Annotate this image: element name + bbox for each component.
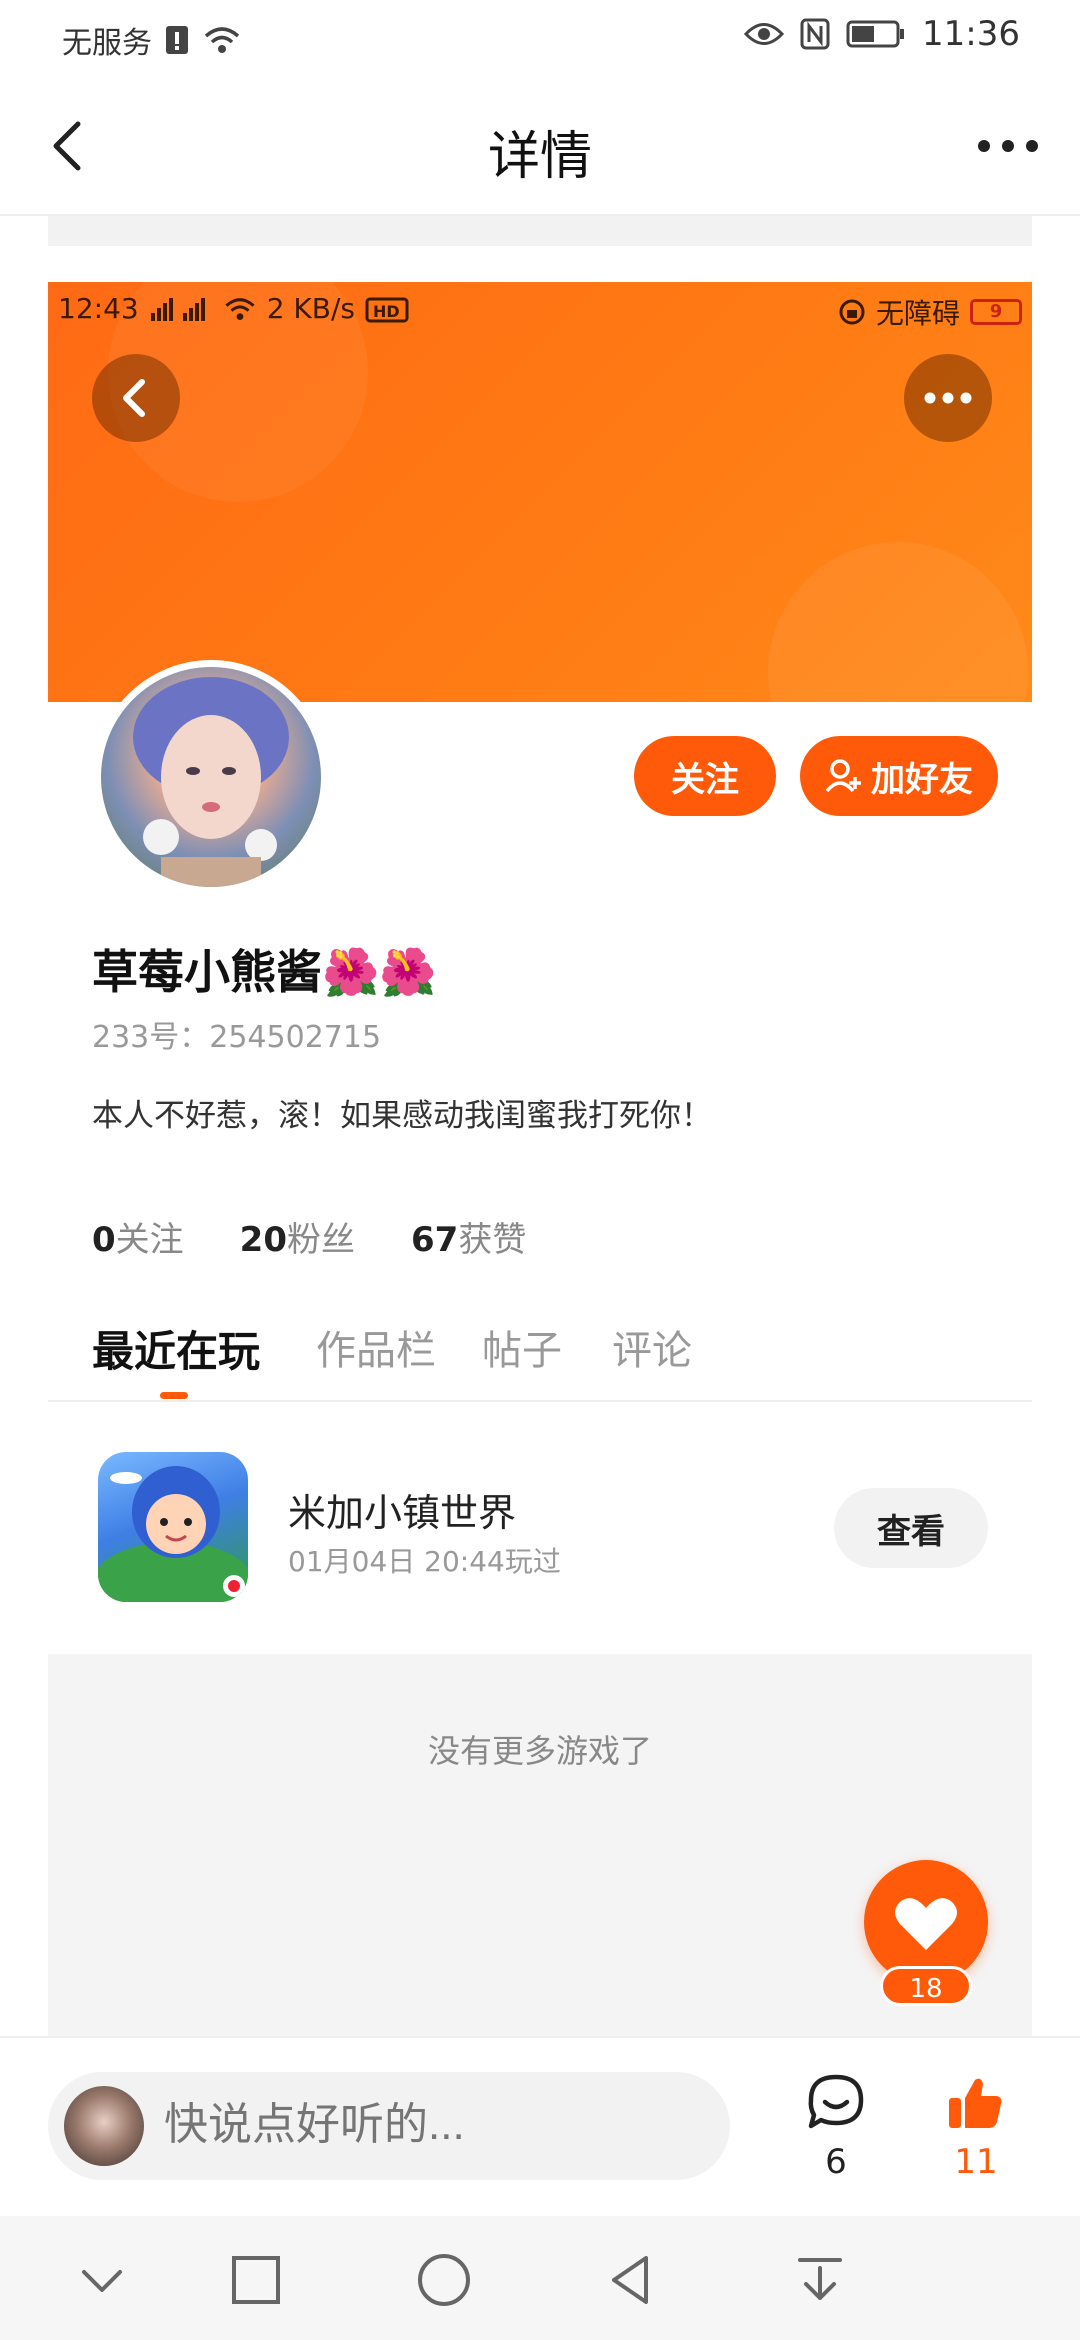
avatar (64, 2086, 144, 2166)
profile-bio: 本人不好惹，滚！如果感动我闺蜜我打死你！ (92, 1098, 712, 1134)
stat-value: 0 (92, 1220, 116, 1260)
status-time: 11:36 (922, 14, 1020, 54)
more-icon[interactable] (976, 126, 1040, 166)
divider-strip (48, 216, 1032, 246)
nav-home-icon[interactable] (414, 2250, 474, 2310)
game-name[interactable]: 米加小镇世界 (288, 1482, 516, 1537)
profile-tabs: 最近在玩 作品栏 帖子 评论 (48, 1310, 1032, 1402)
stat-value: 67 (411, 1220, 459, 1260)
embedded-accessibility: 无障碍 (875, 297, 960, 330)
like-count: 11 (954, 2142, 998, 2182)
carrier-text: 无服务 (62, 26, 152, 61)
banner-back-button[interactable] (92, 354, 180, 442)
embedded-status-left: 12:43 2 KB/s HD (58, 292, 409, 325)
tab-indicator (160, 1392, 188, 1399)
back-icon (123, 379, 145, 417)
comment-input[interactable] (164, 2100, 704, 2150)
embedded-status-bar: 12:43 2 KB/s HD 无障碍 9 (58, 290, 1022, 330)
nav-notification-icon[interactable] (790, 2250, 850, 2310)
embedded-time: 12:43 (58, 292, 139, 325)
page-title: 详情 (487, 127, 592, 187)
stat-fans[interactable]: 20粉丝 (240, 1212, 355, 1261)
game-played-time: 01月04日 20:44玩过 (288, 1545, 561, 1578)
game-icon-image (98, 1466, 248, 1602)
follow-button[interactable]: 关注 (634, 736, 776, 816)
nav-recent-icon[interactable] (226, 2250, 286, 2310)
thumb-up-button[interactable]: 11 (926, 2072, 1026, 2182)
thumb-up-icon (949, 2078, 1002, 2128)
bottom-action-bar: 6 11 (0, 2036, 1080, 2216)
top-header: 详情 (0, 76, 1080, 216)
nav-back-icon[interactable] (602, 2250, 662, 2310)
tab-posts[interactable]: 帖子 (482, 1318, 562, 1376)
avatar-image (133, 677, 289, 887)
more-icon (924, 392, 972, 404)
stat-following[interactable]: 0关注 (92, 1212, 184, 1261)
embedded-status-right: 无障碍 9 (838, 292, 1022, 332)
like-fab-count: 18 (880, 1966, 972, 2006)
profile-uid: 233号：254502715 (92, 1020, 382, 1055)
profile-name: 草莓小熊酱🌺🌺 (92, 945, 437, 999)
comment-count: 6 (825, 2142, 847, 2182)
add-friend-button[interactable]: 加好友 (800, 736, 998, 816)
tab-recent-played[interactable]: 最近在玩 (92, 1318, 260, 1379)
lock-rotation-icon (839, 299, 865, 325)
comment-button[interactable]: 6 (786, 2072, 886, 2182)
game-icon[interactable] (98, 1452, 248, 1602)
add-friend-icon (825, 759, 861, 793)
svg-text:HD: HD (373, 302, 400, 321)
stat-likes[interactable]: 67获赞 (411, 1212, 526, 1261)
view-label: 查看 (877, 1511, 945, 1552)
profile-stats: 0关注 20粉丝 67获赞 (92, 1212, 526, 1261)
banner-decoration (768, 542, 1028, 702)
tab-works[interactable]: 作品栏 (316, 1318, 436, 1376)
stat-value: 20 (239, 1220, 287, 1260)
status-bar: 无服务 11:36 (0, 0, 1080, 76)
add-friend-label: 加好友 (871, 759, 973, 800)
tab-comments[interactable]: 评论 (612, 1318, 692, 1376)
stat-label: 关注 (115, 1220, 184, 1260)
banner-more-button[interactable] (904, 354, 992, 442)
wifi-icon (204, 27, 240, 53)
no-more-games-text: 没有更多游戏了 (427, 1732, 652, 1770)
sim-alert-icon (166, 26, 188, 54)
stat-label: 获赞 (458, 1220, 527, 1260)
profile-banner: 12:43 2 KB/s HD 无障碍 9 (48, 282, 1032, 702)
eye-icon (744, 23, 785, 45)
hd-icon: HD (365, 297, 409, 322)
battery-icon (846, 20, 905, 48)
embedded-battery: 9 (970, 299, 1022, 325)
status-left: 无服务 (62, 18, 242, 62)
nav-collapse-icon[interactable] (72, 2250, 132, 2310)
embedded-speed: 2 KB/s (266, 292, 356, 325)
nfc-icon (800, 18, 830, 50)
stat-label: 粉丝 (287, 1220, 355, 1260)
system-nav-bar (0, 2216, 1080, 2340)
comment-input-box[interactable] (48, 2072, 730, 2180)
comment-icon (808, 2074, 864, 2129)
status-right: 11:36 (744, 14, 1020, 54)
signal-icon (150, 297, 205, 321)
follow-label: 关注 (671, 759, 739, 800)
avatar[interactable] (94, 660, 328, 894)
wifi-icon (225, 297, 255, 320)
view-game-button[interactable]: 查看 (834, 1488, 988, 1568)
